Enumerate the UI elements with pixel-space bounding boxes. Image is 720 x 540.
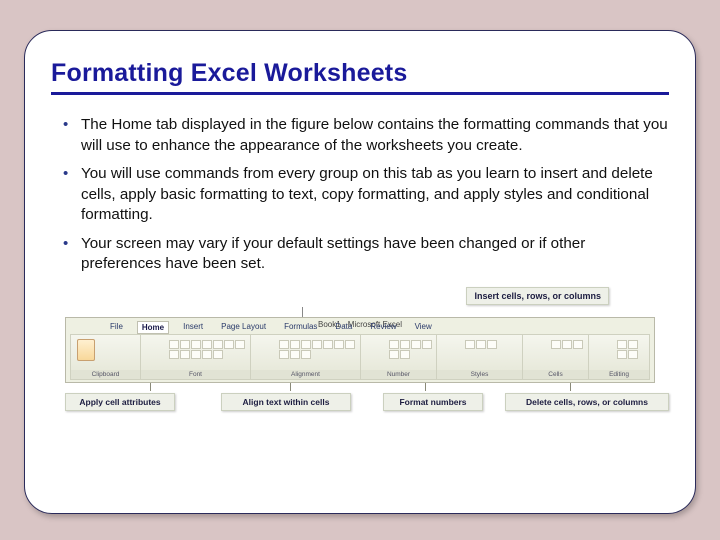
group-label: Styles	[437, 370, 522, 379]
callout-cell-attributes: Apply cell attributes	[65, 393, 175, 411]
bullet-item: You will use commands from every group o…	[59, 164, 669, 226]
tab-view: View	[411, 321, 436, 334]
callout-top-row: Insert cells, rows, or columns	[65, 287, 655, 305]
bullet-list: The Home tab displayed in the figure bel…	[51, 115, 669, 275]
group-label: Number	[361, 370, 436, 379]
group-label: Clipboard	[71, 370, 140, 379]
ribbon-tabs: File Home Insert Page Layout Formulas Da…	[106, 321, 436, 334]
bullet-item: Your screen may vary if your default set…	[59, 234, 669, 275]
group-editing: Editing	[589, 335, 649, 379]
callout-insert: Insert cells, rows, or columns	[466, 287, 609, 305]
group-font: Font	[141, 335, 251, 379]
paste-icon	[77, 339, 95, 361]
group-number: Number	[361, 335, 437, 379]
callout-delete-cells: Delete cells, rows, or columns	[505, 393, 669, 411]
tab-formulas: Formulas	[280, 321, 321, 334]
tab-file: File	[106, 321, 127, 334]
bullet-item: The Home tab displayed in the figure bel…	[59, 115, 669, 156]
ribbon-figure: Insert cells, rows, or columns Book1 - M…	[51, 287, 669, 411]
group-cells: Cells	[523, 335, 589, 379]
tab-home: Home	[137, 321, 169, 334]
group-clipboard: Clipboard	[71, 335, 141, 379]
tab-data: Data	[331, 321, 356, 334]
slide-inner: Formatting Excel Worksheets The Home tab…	[25, 31, 695, 429]
tab-insert: Insert	[179, 321, 207, 334]
callout-bottom-row: Apply cell attributes Align text within …	[65, 393, 655, 411]
group-label: Cells	[523, 370, 588, 379]
slide-title: Formatting Excel Worksheets	[51, 59, 669, 95]
group-styles: Styles	[437, 335, 523, 379]
pointer-bottom-row	[65, 383, 655, 391]
excel-ribbon: Book1 - Microsoft Excel File Home Insert…	[65, 317, 655, 383]
callout-align-text: Align text within cells	[221, 393, 351, 411]
callout-format-numbers: Format numbers	[383, 393, 483, 411]
slide-card: Formatting Excel Worksheets The Home tab…	[24, 30, 696, 514]
group-alignment: Alignment	[251, 335, 361, 379]
group-label: Editing	[589, 370, 649, 379]
tab-pagelayout: Page Layout	[217, 321, 270, 334]
tab-review: Review	[366, 321, 400, 334]
group-label: Font	[141, 370, 250, 379]
group-label: Alignment	[251, 370, 360, 379]
ribbon-groups: Clipboard Font Alignment Number	[70, 334, 650, 380]
pointer-top	[65, 307, 655, 317]
